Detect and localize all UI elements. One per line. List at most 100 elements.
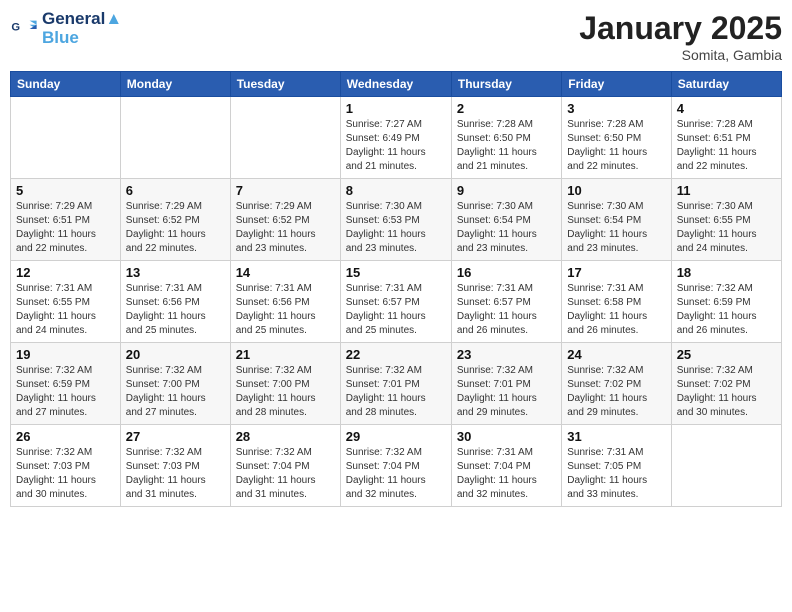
calendar-cell: 9 Sunrise: 7:30 AM Sunset: 6:54 PM Daylig… (451, 179, 561, 261)
day-number: 3 (567, 101, 665, 116)
calendar-cell: 23 Sunrise: 7:32 AM Sunset: 7:01 PM Dayli… (451, 343, 561, 425)
day-info: Sunrise: 7:30 AM Sunset: 6:54 PM Dayligh… (567, 200, 665, 256)
day-number: 31 (567, 429, 665, 444)
header: G General▲ Blue January 2025 Somita, Gam… (10, 10, 782, 63)
day-number: 15 (346, 265, 446, 280)
calendar-cell: 31 Sunrise: 7:31 AM Sunset: 7:05 PM Dayli… (562, 425, 671, 507)
day-info: Sunrise: 7:31 AM Sunset: 6:57 PM Dayligh… (346, 282, 446, 338)
calendar-week-2: 5Sunrise: 7:29 AM Sunset: 6:51 PM Daylig… (11, 179, 782, 261)
day-number: 28 (236, 429, 335, 444)
logo-blue: Blue (42, 28, 79, 47)
calendar-cell (120, 97, 230, 179)
calendar-cell: 11Sunrise: 7:30 AM Sunset: 6:55 PM Dayli… (671, 179, 781, 261)
calendar-cell: 27 Sunrise: 7:32 AM Sunset: 7:03 PM Dayli… (120, 425, 230, 507)
day-info: Sunrise: 7:32 AM Sunset: 7:04 PM Dayligh… (346, 446, 446, 502)
day-info: Sunrise: 7:32 AM Sunset: 7:04 PM Dayligh… (236, 446, 335, 502)
calendar-cell: 28 Sunrise: 7:32 AM Sunset: 7:04 PM Dayli… (230, 425, 340, 507)
title-block: January 2025 Somita, Gambia (579, 10, 782, 63)
day-number: 18 (677, 265, 776, 280)
day-number: 11 (677, 183, 776, 198)
day-number: 17 (567, 265, 665, 280)
day-info: Sunrise: 7:29 AM Sunset: 6:51 PM Dayligh… (16, 200, 115, 256)
location: Somita, Gambia (579, 47, 782, 63)
calendar-header-thursday: Thursday (451, 72, 561, 97)
calendar-cell: 4Sunrise: 7:28 AM Sunset: 6:51 PM Daylig… (671, 97, 781, 179)
calendar-cell: 10Sunrise: 7:30 AM Sunset: 6:54 PM Dayli… (562, 179, 671, 261)
day-info: Sunrise: 7:30 AM Sunset: 6:54 PM Dayligh… (457, 200, 556, 256)
day-info: Sunrise: 7:30 AM Sunset: 6:53 PM Dayligh… (346, 200, 446, 256)
calendar-header-sunday: Sunday (11, 72, 121, 97)
day-info: Sunrise: 7:31 AM Sunset: 6:56 PM Dayligh… (126, 282, 225, 338)
day-number: 24 (567, 347, 665, 362)
calendar-week-4: 19 Sunrise: 7:32 AM Sunset: 6:59 PM Dayli… (11, 343, 782, 425)
day-number: 12 (16, 265, 115, 280)
calendar-cell (230, 97, 340, 179)
logo-icon: G (10, 15, 38, 43)
calendar-cell: 21Sunrise: 7:32 AM Sunset: 7:00 PM Dayli… (230, 343, 340, 425)
day-number: 25 (677, 347, 776, 362)
day-info: Sunrise: 7:32 AM Sunset: 6:59 PM Dayligh… (677, 282, 776, 338)
day-info: Sunrise: 7:28 AM Sunset: 6:50 PM Dayligh… (567, 118, 665, 174)
day-number: 14 (236, 265, 335, 280)
calendar-header-saturday: Saturday (671, 72, 781, 97)
day-number: 1 (346, 101, 446, 116)
day-number: 9 (457, 183, 556, 198)
calendar-table: SundayMondayTuesdayWednesdayThursdayFrid… (10, 71, 782, 507)
day-number: 13 (126, 265, 225, 280)
calendar-cell: 13 Sunrise: 7:31 AM Sunset: 6:56 PM Dayli… (120, 261, 230, 343)
day-info: Sunrise: 7:32 AM Sunset: 7:03 PM Dayligh… (126, 446, 225, 502)
day-info: Sunrise: 7:31 AM Sunset: 6:56 PM Dayligh… (236, 282, 335, 338)
day-info: Sunrise: 7:31 AM Sunset: 6:55 PM Dayligh… (16, 282, 115, 338)
day-info: Sunrise: 7:32 AM Sunset: 6:59 PM Dayligh… (16, 364, 115, 420)
day-info: Sunrise: 7:28 AM Sunset: 6:50 PM Dayligh… (457, 118, 556, 174)
calendar-cell: 16Sunrise: 7:31 AM Sunset: 6:57 PM Dayli… (451, 261, 561, 343)
day-number: 23 (457, 347, 556, 362)
day-info: Sunrise: 7:32 AM Sunset: 7:00 PM Dayligh… (236, 364, 335, 420)
day-number: 22 (346, 347, 446, 362)
calendar-cell: 17Sunrise: 7:31 AM Sunset: 6:58 PM Dayli… (562, 261, 671, 343)
day-info: Sunrise: 7:32 AM Sunset: 7:01 PM Dayligh… (457, 364, 556, 420)
day-number: 7 (236, 183, 335, 198)
logo-general: General (42, 9, 105, 28)
calendar-cell: 26 Sunrise: 7:32 AM Sunset: 7:03 PM Dayli… (11, 425, 121, 507)
calendar-week-1: 1 Sunrise: 7:27 AM Sunset: 6:49 PM Daylig… (11, 97, 782, 179)
calendar-header-monday: Monday (120, 72, 230, 97)
calendar-cell: 15 Sunrise: 7:31 AM Sunset: 6:57 PM Dayli… (340, 261, 451, 343)
calendar-cell: 3 Sunrise: 7:28 AM Sunset: 6:50 PM Daylig… (562, 97, 671, 179)
day-info: Sunrise: 7:32 AM Sunset: 7:02 PM Dayligh… (567, 364, 665, 420)
day-info: Sunrise: 7:31 AM Sunset: 7:04 PM Dayligh… (457, 446, 556, 502)
calendar-cell: 7Sunrise: 7:29 AM Sunset: 6:52 PM Daylig… (230, 179, 340, 261)
calendar-cell: 19 Sunrise: 7:32 AM Sunset: 6:59 PM Dayli… (11, 343, 121, 425)
calendar-week-3: 12 Sunrise: 7:31 AM Sunset: 6:55 PM Dayli… (11, 261, 782, 343)
month-title: January 2025 (579, 10, 782, 47)
calendar-cell (671, 425, 781, 507)
day-number: 8 (346, 183, 446, 198)
day-number: 6 (126, 183, 225, 198)
calendar-header-friday: Friday (562, 72, 671, 97)
day-number: 19 (16, 347, 115, 362)
day-info: Sunrise: 7:32 AM Sunset: 7:01 PM Dayligh… (346, 364, 446, 420)
calendar-week-5: 26 Sunrise: 7:32 AM Sunset: 7:03 PM Dayli… (11, 425, 782, 507)
logo-text: General▲ Blue (42, 10, 122, 47)
calendar-header-tuesday: Tuesday (230, 72, 340, 97)
day-number: 30 (457, 429, 556, 444)
calendar-cell: 24 Sunrise: 7:32 AM Sunset: 7:02 PM Dayli… (562, 343, 671, 425)
calendar-cell (11, 97, 121, 179)
calendar-cell: 29 Sunrise: 7:32 AM Sunset: 7:04 PM Dayli… (340, 425, 451, 507)
day-number: 27 (126, 429, 225, 444)
calendar-cell: 14 Sunrise: 7:31 AM Sunset: 6:56 PM Dayli… (230, 261, 340, 343)
day-info: Sunrise: 7:27 AM Sunset: 6:49 PM Dayligh… (346, 118, 446, 174)
calendar-cell: 1 Sunrise: 7:27 AM Sunset: 6:49 PM Daylig… (340, 97, 451, 179)
day-info: Sunrise: 7:31 AM Sunset: 7:05 PM Dayligh… (567, 446, 665, 502)
day-number: 20 (126, 347, 225, 362)
day-number: 26 (16, 429, 115, 444)
calendar-header-wednesday: Wednesday (340, 72, 451, 97)
calendar-cell: 30 Sunrise: 7:31 AM Sunset: 7:04 PM Dayli… (451, 425, 561, 507)
day-info: Sunrise: 7:29 AM Sunset: 6:52 PM Dayligh… (126, 200, 225, 256)
day-number: 2 (457, 101, 556, 116)
calendar-header-row: SundayMondayTuesdayWednesdayThursdayFrid… (11, 72, 782, 97)
day-number: 29 (346, 429, 446, 444)
day-info: Sunrise: 7:32 AM Sunset: 7:03 PM Dayligh… (16, 446, 115, 502)
calendar-cell: 8 Sunrise: 7:30 AM Sunset: 6:53 PM Daylig… (340, 179, 451, 261)
day-number: 4 (677, 101, 776, 116)
